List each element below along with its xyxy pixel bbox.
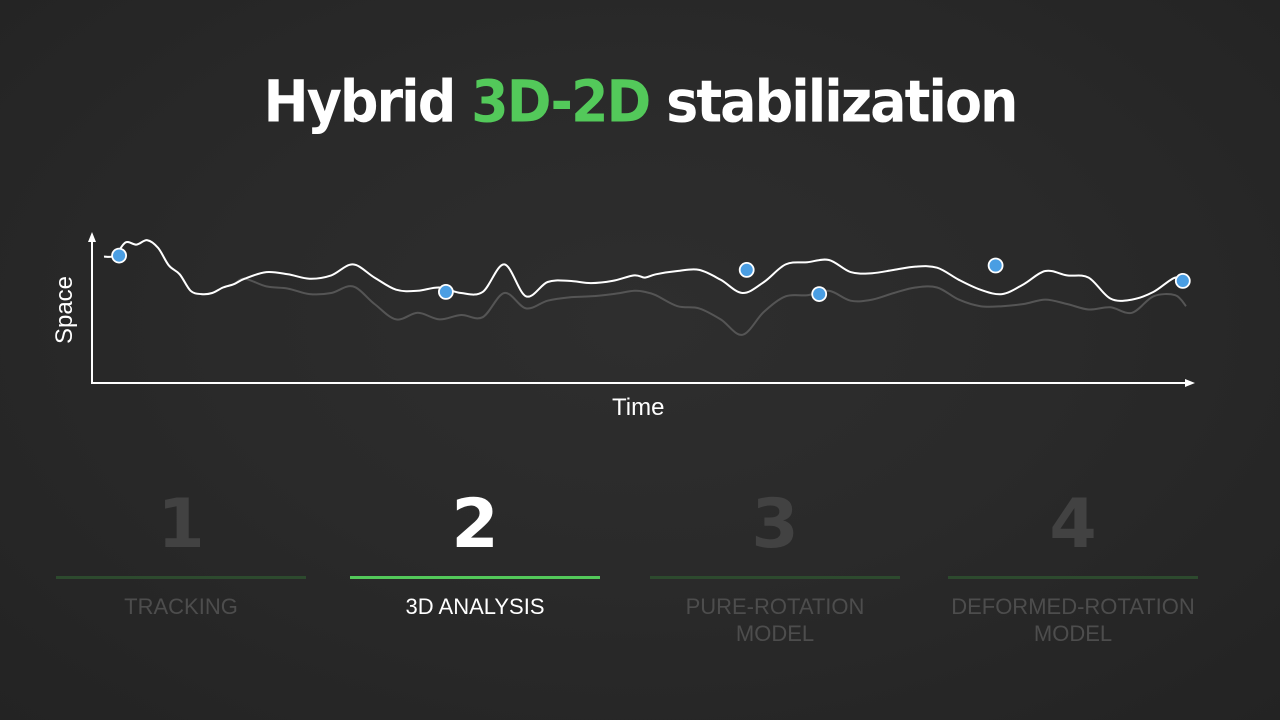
step-label: 3D ANALYSIS [405, 594, 545, 619]
step-label: TRACKING [124, 594, 238, 619]
keyframe-point [111, 247, 127, 264]
step-deformed-rotation-model: 4 DEFORMED-ROTATION MODEL [948, 480, 1198, 647]
step-3d-analysis: 2 3D ANALYSIS [350, 480, 600, 620]
x-axis-label: Time [612, 394, 665, 421]
step-label: DEFORMED-ROTATION MODEL [951, 594, 1195, 646]
step-pure-rotation-model: 3 PURE-ROTATION MODEL [650, 480, 900, 647]
y-axis-arrow [88, 232, 96, 242]
step-underline [350, 576, 600, 579]
x-axis-arrow [1185, 379, 1195, 387]
original-path-line [103, 239, 1187, 336]
step-number: 3 [751, 485, 799, 564]
keyframe-point [437, 283, 454, 300]
pipeline-steps: 1 TRACKING 2 3D ANALYSIS 3 PURE-ROTATION… [0, 480, 1280, 680]
step-number: 2 [451, 485, 499, 564]
step-number: 4 [1049, 485, 1097, 564]
step-label: PURE-ROTATION MODEL [685, 594, 865, 646]
keyframe-point [738, 261, 755, 278]
keyframe-point [987, 257, 1004, 274]
keyframe-point [811, 286, 828, 303]
step-underline [650, 576, 900, 579]
step-underline [948, 576, 1198, 579]
step-tracking: 1 TRACKING [56, 480, 306, 620]
step-underline [56, 576, 306, 579]
keyframe-point [1174, 272, 1191, 289]
y-axis-label: Space [51, 275, 78, 345]
step-number: 1 [157, 485, 205, 564]
